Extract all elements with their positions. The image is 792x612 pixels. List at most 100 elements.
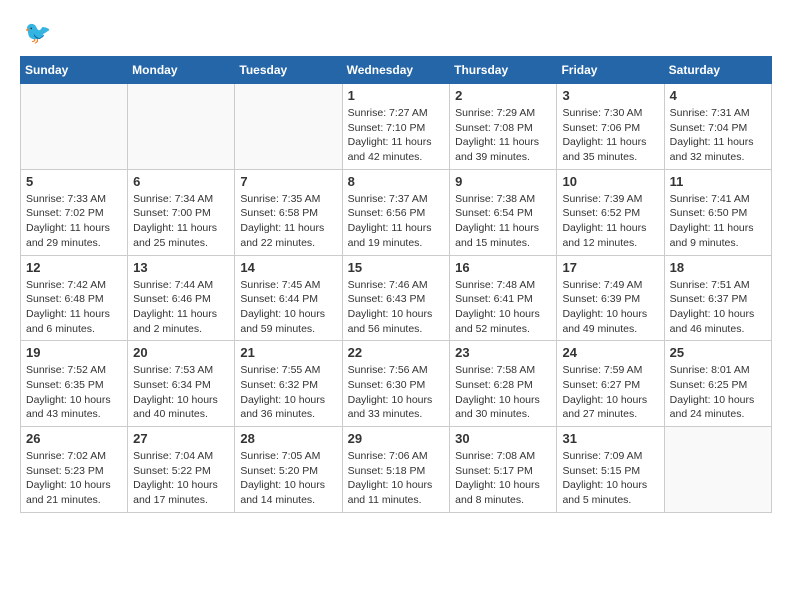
calendar-cell: 16Sunrise: 7:48 AM Sunset: 6:41 PM Dayli… <box>450 255 557 341</box>
calendar-cell: 31 Sunrise: 7:09 AM Sunset: 5:15 PM Dayli… <box>557 427 664 513</box>
day-info: Sunrise: 7:09 AM Sunset: 5:15 PM Dayligh… <box>562 449 658 508</box>
weekday-header-thursday: Thursday <box>450 57 557 84</box>
calendar-cell: 6 Sunrise: 7:34 AM Sunset: 7:00 PM Daylig… <box>128 169 235 255</box>
day-number: 12 <box>26 260 122 275</box>
day-number: 1 <box>348 88 445 103</box>
calendar-cell <box>664 427 771 513</box>
day-info: Sunrise: 7:56 AM Sunset: 6:30 PM Dayligh… <box>348 363 445 422</box>
day-info: Sunrise: 7:05 AM Sunset: 5:20 PM Dayligh… <box>240 449 336 508</box>
day-info: Sunrise: 7:41 AM Sunset: 6:50 PM Dayligh… <box>670 192 766 251</box>
calendar-cell: 1 Sunrise: 7:27 AM Sunset: 7:10 PM Daylig… <box>342 84 450 170</box>
day-number: 31 <box>562 431 658 446</box>
day-number: 18 <box>670 260 766 275</box>
calendar-cell: 10 Sunrise: 7:39 AM Sunset: 6:52 PM Dayli… <box>557 169 664 255</box>
day-info: Sunrise: 7:58 AM Sunset: 6:28 PM Dayligh… <box>455 363 551 422</box>
day-info: Sunrise: 7:38 AM Sunset: 6:54 PM Dayligh… <box>455 192 551 251</box>
day-info: Sunrise: 7:27 AM Sunset: 7:10 PM Dayligh… <box>348 106 445 165</box>
day-number: 13 <box>133 260 229 275</box>
day-number: 24 <box>562 345 658 360</box>
calendar-cell: 7 Sunrise: 7:35 AM Sunset: 6:58 PM Daylig… <box>235 169 342 255</box>
calendar-cell: 8 Sunrise: 7:37 AM Sunset: 6:56 PM Daylig… <box>342 169 450 255</box>
day-info: Sunrise: 7:35 AM Sunset: 6:58 PM Dayligh… <box>240 192 336 251</box>
day-info: Sunrise: 7:39 AM Sunset: 6:52 PM Dayligh… <box>562 192 658 251</box>
calendar-cell: 30 Sunrise: 7:08 AM Sunset: 5:17 PM Dayli… <box>450 427 557 513</box>
day-number: 16 <box>455 260 551 275</box>
day-number: 4 <box>670 88 766 103</box>
day-info: Sunrise: 7:37 AM Sunset: 6:56 PM Dayligh… <box>348 192 445 251</box>
day-info: Sunrise: 7:44 AM Sunset: 6:46 PM Dayligh… <box>133 278 229 337</box>
day-info: Sunrise: 7:51 AM Sunset: 6:37 PM Dayligh… <box>670 278 766 337</box>
day-info: Sunrise: 7:29 AM Sunset: 7:08 PM Dayligh… <box>455 106 551 165</box>
day-number: 21 <box>240 345 336 360</box>
day-number: 26 <box>26 431 122 446</box>
day-info: Sunrise: 7:08 AM Sunset: 5:17 PM Dayligh… <box>455 449 551 508</box>
calendar-cell <box>235 84 342 170</box>
day-number: 27 <box>133 431 229 446</box>
day-number: 22 <box>348 345 445 360</box>
day-info: Sunrise: 7:45 AM Sunset: 6:44 PM Dayligh… <box>240 278 336 337</box>
calendar-cell: 27 Sunrise: 7:04 AM Sunset: 5:22 PM Dayli… <box>128 427 235 513</box>
calendar-cell: 23 Sunrise: 7:58 AM Sunset: 6:28 PM Dayli… <box>450 341 557 427</box>
weekday-header-saturday: Saturday <box>664 57 771 84</box>
day-number: 2 <box>455 88 551 103</box>
day-info: Sunrise: 7:55 AM Sunset: 6:32 PM Dayligh… <box>240 363 336 422</box>
calendar-cell: 25 Sunrise: 8:01 AM Sunset: 6:25 PM Dayli… <box>664 341 771 427</box>
calendar-cell <box>21 84 128 170</box>
day-number: 30 <box>455 431 551 446</box>
day-number: 3 <box>562 88 658 103</box>
calendar-cell: 3 Sunrise: 7:30 AM Sunset: 7:06 PM Daylig… <box>557 84 664 170</box>
calendar-week-2: 5Sunrise: 7:33 AM Sunset: 7:02 PM Daylig… <box>21 169 772 255</box>
calendar-cell: 21 Sunrise: 7:55 AM Sunset: 6:32 PM Dayli… <box>235 341 342 427</box>
calendar-cell: 4 Sunrise: 7:31 AM Sunset: 7:04 PM Daylig… <box>664 84 771 170</box>
day-info: Sunrise: 7:02 AM Sunset: 5:23 PM Dayligh… <box>26 449 122 508</box>
day-number: 10 <box>562 174 658 189</box>
day-number: 19 <box>26 345 122 360</box>
weekday-header-sunday: Sunday <box>21 57 128 84</box>
day-info: Sunrise: 7:04 AM Sunset: 5:22 PM Dayligh… <box>133 449 229 508</box>
weekday-header-wednesday: Wednesday <box>342 57 450 84</box>
calendar-cell: 17 Sunrise: 7:49 AM Sunset: 6:39 PM Dayli… <box>557 255 664 341</box>
day-info: Sunrise: 7:53 AM Sunset: 6:34 PM Dayligh… <box>133 363 229 422</box>
day-info: Sunrise: 7:49 AM Sunset: 6:39 PM Dayligh… <box>562 278 658 337</box>
calendar-cell: 12 Sunrise: 7:42 AM Sunset: 6:48 PM Dayli… <box>21 255 128 341</box>
page-header: 🐦 <box>20 20 772 46</box>
day-number: 17 <box>562 260 658 275</box>
day-number: 6 <box>133 174 229 189</box>
day-info: Sunrise: 7:31 AM Sunset: 7:04 PM Dayligh… <box>670 106 766 165</box>
day-number: 23 <box>455 345 551 360</box>
day-number: 20 <box>133 345 229 360</box>
calendar-cell: 14 Sunrise: 7:45 AM Sunset: 6:44 PM Dayli… <box>235 255 342 341</box>
weekday-header-row: SundayMondayTuesdayWednesdayThursdayFrid… <box>21 57 772 84</box>
weekday-header-monday: Monday <box>128 57 235 84</box>
day-number: 8 <box>348 174 445 189</box>
day-info: Sunrise: 7:46 AM Sunset: 6:43 PM Dayligh… <box>348 278 445 337</box>
calendar-week-3: 12 Sunrise: 7:42 AM Sunset: 6:48 PM Dayli… <box>21 255 772 341</box>
day-number: 7 <box>240 174 336 189</box>
calendar-cell: 22 Sunrise: 7:56 AM Sunset: 6:30 PM Dayli… <box>342 341 450 427</box>
calendar-cell: 28 Sunrise: 7:05 AM Sunset: 5:20 PM Dayli… <box>235 427 342 513</box>
calendar-week-1: 1 Sunrise: 7:27 AM Sunset: 7:10 PM Daylig… <box>21 84 772 170</box>
day-info: Sunrise: 7:34 AM Sunset: 7:00 PM Dayligh… <box>133 192 229 251</box>
calendar-cell: 24 Sunrise: 7:59 AM Sunset: 6:27 PM Dayli… <box>557 341 664 427</box>
calendar-cell: 26 Sunrise: 7:02 AM Sunset: 5:23 PM Dayli… <box>21 427 128 513</box>
calendar-week-4: 19 Sunrise: 7:52 AM Sunset: 6:35 PM Dayli… <box>21 341 772 427</box>
day-number: 14 <box>240 260 336 275</box>
day-number: 9 <box>455 174 551 189</box>
calendar-cell: 18 Sunrise: 7:51 AM Sunset: 6:37 PM Dayli… <box>664 255 771 341</box>
day-number: 11 <box>670 174 766 189</box>
day-number: 29 <box>348 431 445 446</box>
day-info: Sunrise: 7:59 AM Sunset: 6:27 PM Dayligh… <box>562 363 658 422</box>
calendar-cell: 11 Sunrise: 7:41 AM Sunset: 6:50 PM Dayli… <box>664 169 771 255</box>
day-info: Sunrise: 7:33 AM Sunset: 7:02 PM Dayligh… <box>26 192 122 251</box>
day-info: Sunrise: 8:01 AM Sunset: 6:25 PM Dayligh… <box>670 363 766 422</box>
day-info: Sunrise: 7:30 AM Sunset: 7:06 PM Dayligh… <box>562 106 658 165</box>
logo-bird-icon: 🐦 <box>24 20 51 46</box>
day-number: 28 <box>240 431 336 446</box>
day-info: Sunrise: 7:52 AM Sunset: 6:35 PM Dayligh… <box>26 363 122 422</box>
calendar-cell <box>128 84 235 170</box>
calendar-cell: 19 Sunrise: 7:52 AM Sunset: 6:35 PM Dayli… <box>21 341 128 427</box>
day-number: 25 <box>670 345 766 360</box>
calendar-cell: 5Sunrise: 7:33 AM Sunset: 7:02 PM Daylig… <box>21 169 128 255</box>
day-info: Sunrise: 7:42 AM Sunset: 6:48 PM Dayligh… <box>26 278 122 337</box>
weekday-header-tuesday: Tuesday <box>235 57 342 84</box>
